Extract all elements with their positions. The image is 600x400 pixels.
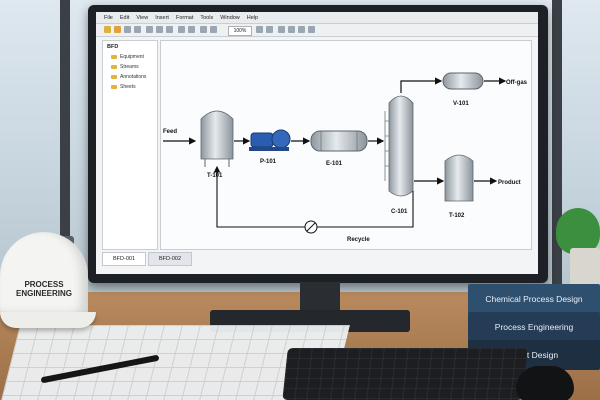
menu-help[interactable]: Help (247, 12, 258, 23)
undo-icon[interactable] (178, 26, 185, 33)
menu-insert[interactable]: Insert (155, 12, 169, 23)
c101-label: C-101 (391, 209, 408, 215)
toolbar: 100% (96, 24, 538, 37)
hard-hat: PROCESS ENGINEERING (0, 232, 96, 340)
hard-hat-dome (0, 232, 88, 318)
paste-icon[interactable] (166, 26, 173, 33)
folder-icon (111, 65, 117, 69)
pump-p101[interactable]: P-101 (249, 129, 291, 165)
menu-bar: File Edit View Insert Format Tools Windo… (96, 12, 538, 24)
process-flow-diagram: Feed T-101 P-101 E-101 C-101 V-101 Off-g… (163, 72, 528, 243)
cut-icon[interactable] (146, 26, 153, 33)
tree-root-label[interactable]: BFD (103, 41, 157, 50)
print-icon[interactable] (134, 26, 141, 33)
book-process-engineering: Process Engineering (468, 312, 600, 342)
tree-item-label: Equipment (120, 54, 144, 60)
sheet-tabs: BFD-001 BFD-002 (102, 252, 194, 266)
hard-hat-text-line: PROCESS ENGINEERING (15, 280, 72, 298)
book-chemical-process-design: Chemical Process Design (468, 284, 600, 314)
menu-edit[interactable]: Edit (120, 12, 129, 23)
book-title: Process Engineering (494, 322, 574, 332)
zoom-select[interactable]: 100% (228, 26, 252, 36)
menu-view[interactable]: View (136, 12, 148, 23)
open-folder-icon[interactable] (114, 26, 121, 33)
tree-item-sheets[interactable]: Sheets (103, 80, 157, 90)
save-icon[interactable] (124, 26, 131, 33)
keyboard (282, 348, 528, 400)
align-icon[interactable] (210, 26, 217, 33)
shape-icon[interactable] (288, 26, 295, 33)
menu-window[interactable]: Window (220, 12, 240, 23)
offgas-label: Off-gas (506, 80, 528, 86)
folder-icon (111, 55, 117, 59)
e101-label: E-101 (326, 161, 343, 167)
new-file-icon[interactable] (104, 26, 111, 33)
book-title: Chemical Process Design (485, 294, 583, 304)
tree-item-equipment[interactable]: Equipment (103, 50, 157, 60)
recycle-stream[interactable] (213, 165, 414, 228)
t101-label: T-101 (207, 173, 223, 179)
monitor-screen: File Edit View Insert Format Tools Windo… (96, 12, 538, 274)
mouse (516, 366, 574, 400)
tree-item-label: Annotations (120, 74, 147, 80)
folder-icon (111, 85, 117, 89)
tree-item-streams[interactable]: Streams (103, 60, 157, 70)
stream-c101-v101[interactable] (400, 77, 443, 93)
grid-icon[interactable] (200, 26, 207, 33)
pointer-icon[interactable] (266, 26, 273, 33)
zoom-in-icon[interactable] (298, 26, 305, 33)
recycle-valve-icon[interactable] (304, 220, 318, 234)
image-icon[interactable] (278, 26, 285, 33)
hard-hat-text: PROCESS ENGINEERING (14, 280, 74, 298)
feed-label: Feed (163, 129, 177, 135)
recycle-label: Recycle (347, 237, 370, 243)
tank-t102[interactable]: T-102 (444, 154, 474, 219)
tab-bfd-002[interactable]: BFD-002 (148, 252, 193, 266)
column-c101[interactable]: C-101 (384, 95, 414, 215)
tree-item-annotations[interactable]: Annotations (103, 70, 157, 80)
p101-label: P-101 (260, 159, 277, 165)
copy-icon[interactable] (156, 26, 163, 33)
redo-icon[interactable] (188, 26, 195, 33)
tree-item-label: Sheets (120, 84, 136, 90)
exchanger-e101[interactable]: E-101 (310, 130, 368, 167)
folder-icon (111, 75, 117, 79)
menu-file[interactable]: File (104, 12, 113, 23)
menu-tools[interactable]: Tools (200, 12, 213, 23)
tab-bfd-001[interactable]: BFD-001 (102, 252, 147, 266)
t102-label: T-102 (449, 213, 465, 219)
zoom-out-icon[interactable] (308, 26, 315, 33)
hard-hat-brim (0, 312, 96, 328)
menu-format[interactable]: Format (176, 12, 193, 23)
photo-scene: File Edit View Insert Format Tools Windo… (0, 0, 600, 400)
plant-pot (570, 248, 600, 286)
fit-icon[interactable] (256, 26, 263, 33)
vessel-v101[interactable]: V-101 (442, 72, 484, 107)
product-label: Product (498, 180, 521, 186)
project-tree-panel: BFD Equipment Streams Annotations Sheets (102, 40, 158, 250)
window-mullion (552, 0, 562, 300)
diagram-canvas[interactable]: Feed T-101 P-101 E-101 C-101 V-101 Off-g… (160, 40, 532, 250)
tree-item-label: Streams (120, 64, 139, 70)
v101-label: V-101 (453, 101, 469, 107)
